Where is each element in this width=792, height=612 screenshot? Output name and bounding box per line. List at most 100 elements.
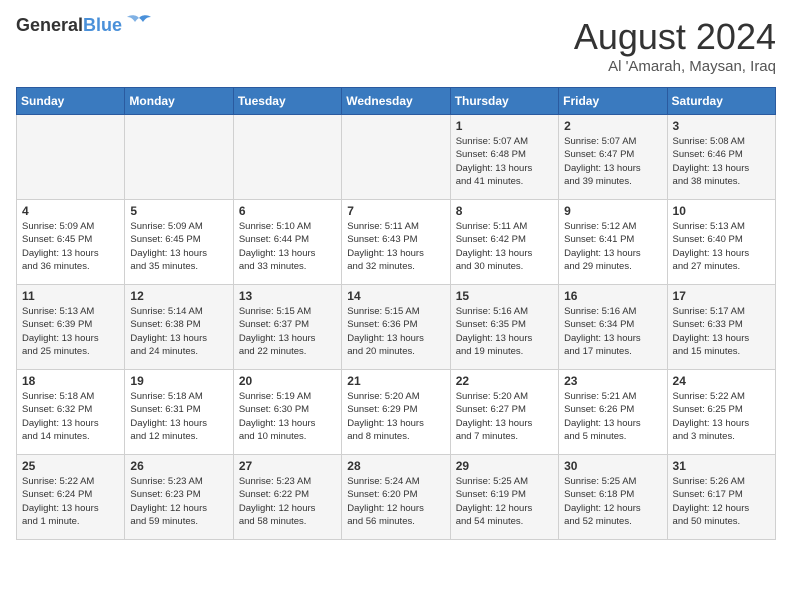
day-info: Sunrise: 5:19 AM Sunset: 6:30 PM Dayligh…	[239, 390, 336, 443]
day-info: Sunrise: 5:07 AM Sunset: 6:48 PM Dayligh…	[456, 135, 553, 188]
day-number: 29	[456, 459, 553, 473]
day-info: Sunrise: 5:26 AM Sunset: 6:17 PM Dayligh…	[673, 475, 770, 528]
day-number: 25	[22, 459, 119, 473]
day-number: 20	[239, 374, 336, 388]
calendar-cell: 29Sunrise: 5:25 AM Sunset: 6:19 PM Dayli…	[450, 455, 558, 540]
day-info: Sunrise: 5:07 AM Sunset: 6:47 PM Dayligh…	[564, 135, 661, 188]
day-number: 26	[130, 459, 227, 473]
day-info: Sunrise: 5:12 AM Sunset: 6:41 PM Dayligh…	[564, 220, 661, 273]
day-info: Sunrise: 5:11 AM Sunset: 6:42 PM Dayligh…	[456, 220, 553, 273]
calendar-cell: 16 Sunrise: 5:16 AM Sunset: 6:34 PM Dayli…	[559, 285, 667, 370]
day-info: Sunrise: 5:11 AM Sunset: 6:43 PM Dayligh…	[347, 220, 444, 273]
day-number: 12	[130, 289, 227, 303]
day-info: Sunrise: 5:09 AM Sunset: 6:45 PM Dayligh…	[130, 220, 227, 273]
weekday-header-saturday: Saturday	[667, 88, 775, 115]
calendar-cell: 2 Sunrise: 5:07 AM Sunset: 6:47 PM Daylig…	[559, 115, 667, 200]
day-number: 13	[239, 289, 336, 303]
day-info: Sunrise: 5:13 AM Sunset: 6:40 PM Dayligh…	[673, 220, 770, 273]
logo-text: GeneralBlue	[16, 16, 122, 36]
calendar-cell: 31 Sunrise: 5:26 AM Sunset: 6:17 PM Dayli…	[667, 455, 775, 540]
day-number: 10	[673, 204, 770, 218]
day-number: 19	[130, 374, 227, 388]
calendar-cell: 6 Sunrise: 5:10 AM Sunset: 6:44 PM Daylig…	[233, 200, 341, 285]
day-number: 8	[456, 204, 553, 218]
day-info: Sunrise: 5:08 AM Sunset: 6:46 PM Dayligh…	[673, 135, 770, 188]
calendar-cell: 10 Sunrise: 5:13 AM Sunset: 6:40 PM Dayli…	[667, 200, 775, 285]
day-info: Sunrise: 5:23 AM Sunset: 6:23 PM Dayligh…	[130, 475, 227, 528]
day-number: 2	[564, 119, 661, 133]
week-row-3: 11 Sunrise: 5:13 AM Sunset: 6:39 PM Dayli…	[17, 285, 776, 370]
calendar-cell: 18Sunrise: 5:18 AM Sunset: 6:32 PM Dayli…	[17, 370, 125, 455]
day-number: 15	[456, 289, 553, 303]
weekday-header-monday: Monday	[125, 88, 233, 115]
weekday-header-tuesday: Tuesday	[233, 88, 341, 115]
page-header: GeneralBlue August 2024 Al 'Amarah, Mays…	[16, 16, 776, 75]
day-info: Sunrise: 5:25 AM Sunset: 6:18 PM Dayligh…	[564, 475, 661, 528]
day-number: 31	[673, 459, 770, 473]
day-number: 21	[347, 374, 444, 388]
day-number: 1	[456, 119, 553, 133]
day-info: Sunrise: 5:16 AM Sunset: 6:34 PM Dayligh…	[564, 305, 661, 358]
day-number: 9	[564, 204, 661, 218]
day-info: Sunrise: 5:22 AM Sunset: 6:24 PM Dayligh…	[22, 475, 119, 528]
day-info: Sunrise: 5:10 AM Sunset: 6:44 PM Dayligh…	[239, 220, 336, 273]
day-info: Sunrise: 5:23 AM Sunset: 6:22 PM Dayligh…	[239, 475, 336, 528]
calendar-cell: 27Sunrise: 5:23 AM Sunset: 6:22 PM Dayli…	[233, 455, 341, 540]
weekday-header-thursday: Thursday	[450, 88, 558, 115]
calendar-cell	[17, 115, 125, 200]
calendar-cell: 9 Sunrise: 5:12 AM Sunset: 6:41 PM Daylig…	[559, 200, 667, 285]
day-info: Sunrise: 5:18 AM Sunset: 6:31 PM Dayligh…	[130, 390, 227, 443]
calendar-cell	[233, 115, 341, 200]
day-number: 5	[130, 204, 227, 218]
day-info: Sunrise: 5:16 AM Sunset: 6:35 PM Dayligh…	[456, 305, 553, 358]
day-number: 6	[239, 204, 336, 218]
weekday-header-sunday: Sunday	[17, 88, 125, 115]
day-number: 11	[22, 289, 119, 303]
day-number: 16	[564, 289, 661, 303]
month-title: August 2024	[574, 16, 776, 58]
calendar-cell: 26 Sunrise: 5:23 AM Sunset: 6:23 PM Dayli…	[125, 455, 233, 540]
day-info: Sunrise: 5:13 AM Sunset: 6:39 PM Dayligh…	[22, 305, 119, 358]
day-number: 4	[22, 204, 119, 218]
day-info: Sunrise: 5:20 AM Sunset: 6:27 PM Dayligh…	[456, 390, 553, 443]
week-row-2: 4 Sunrise: 5:09 AM Sunset: 6:45 PM Daylig…	[17, 200, 776, 285]
location: Al 'Amarah, Maysan, Iraq	[574, 58, 776, 75]
day-info: Sunrise: 5:15 AM Sunset: 6:36 PM Dayligh…	[347, 305, 444, 358]
day-number: 28	[347, 459, 444, 473]
week-row-4: 18Sunrise: 5:18 AM Sunset: 6:32 PM Dayli…	[17, 370, 776, 455]
calendar-cell: 14 Sunrise: 5:15 AM Sunset: 6:36 PM Dayli…	[342, 285, 450, 370]
calendar-cell: 20 Sunrise: 5:19 AM Sunset: 6:30 PM Dayli…	[233, 370, 341, 455]
calendar-cell: 23 Sunrise: 5:21 AM Sunset: 6:26 PM Dayli…	[559, 370, 667, 455]
calendar-cell: 15 Sunrise: 5:16 AM Sunset: 6:35 PM Dayli…	[450, 285, 558, 370]
calendar-cell: 13 Sunrise: 5:15 AM Sunset: 6:37 PM Dayli…	[233, 285, 341, 370]
calendar-cell: 19 Sunrise: 5:18 AM Sunset: 6:31 PM Dayli…	[125, 370, 233, 455]
calendar-cell: 28 Sunrise: 5:24 AM Sunset: 6:20 PM Dayli…	[342, 455, 450, 540]
day-number: 14	[347, 289, 444, 303]
calendar-cell	[125, 115, 233, 200]
day-info: Sunrise: 5:20 AM Sunset: 6:29 PM Dayligh…	[347, 390, 444, 443]
day-number: 30	[564, 459, 661, 473]
calendar-cell: 22Sunrise: 5:20 AM Sunset: 6:27 PM Dayli…	[450, 370, 558, 455]
calendar-cell: 7 Sunrise: 5:11 AM Sunset: 6:43 PM Daylig…	[342, 200, 450, 285]
weekday-header-row: SundayMondayTuesdayWednesdayThursdayFrid…	[17, 88, 776, 115]
calendar-cell: 8 Sunrise: 5:11 AM Sunset: 6:42 PM Daylig…	[450, 200, 558, 285]
day-info: Sunrise: 5:15 AM Sunset: 6:37 PM Dayligh…	[239, 305, 336, 358]
week-row-1: 1 Sunrise: 5:07 AM Sunset: 6:48 PM Daylig…	[17, 115, 776, 200]
day-info: Sunrise: 5:24 AM Sunset: 6:20 PM Dayligh…	[347, 475, 444, 528]
calendar-cell: 3 Sunrise: 5:08 AM Sunset: 6:46 PM Daylig…	[667, 115, 775, 200]
calendar-cell: 1 Sunrise: 5:07 AM Sunset: 6:48 PM Daylig…	[450, 115, 558, 200]
day-number: 3	[673, 119, 770, 133]
day-number: 23	[564, 374, 661, 388]
day-number: 24	[673, 374, 770, 388]
calendar-cell: 5 Sunrise: 5:09 AM Sunset: 6:45 PM Daylig…	[125, 200, 233, 285]
day-info: Sunrise: 5:21 AM Sunset: 6:26 PM Dayligh…	[564, 390, 661, 443]
day-info: Sunrise: 5:17 AM Sunset: 6:33 PM Dayligh…	[673, 305, 770, 358]
weekday-header-friday: Friday	[559, 88, 667, 115]
week-row-5: 25 Sunrise: 5:22 AM Sunset: 6:24 PM Dayli…	[17, 455, 776, 540]
calendar-cell	[342, 115, 450, 200]
logo: GeneralBlue	[16, 16, 153, 36]
day-number: 17	[673, 289, 770, 303]
day-number: 7	[347, 204, 444, 218]
day-info: Sunrise: 5:14 AM Sunset: 6:38 PM Dayligh…	[130, 305, 227, 358]
calendar-cell: 25 Sunrise: 5:22 AM Sunset: 6:24 PM Dayli…	[17, 455, 125, 540]
